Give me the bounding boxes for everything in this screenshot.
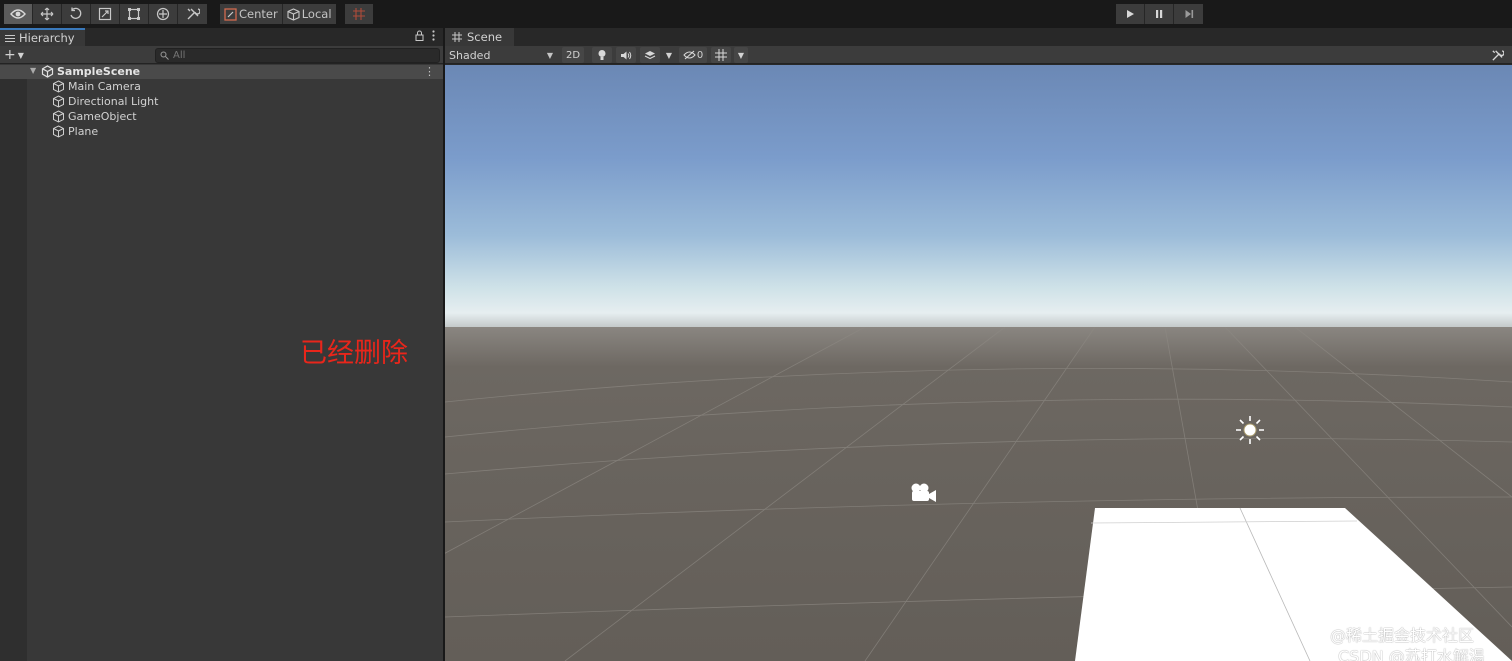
hierarchy-tab-actions [415, 30, 435, 41]
create-dropdown-button[interactable]: + ▼ [4, 46, 24, 64]
scene-toolbar: Shaded ▼ 2D ▼ 0 ▼ [445, 46, 1512, 64]
layers-icon [644, 50, 656, 59]
list-icon [5, 34, 15, 42]
plane-object [1075, 507, 1512, 661]
tab-scene[interactable]: Scene [445, 28, 514, 46]
toggle-2d-label: 2D [565, 49, 581, 61]
directional-light-icon [1236, 416, 1264, 444]
step-icon [1185, 10, 1193, 18]
view-tool-button[interactable] [4, 4, 33, 24]
scene-panel: Scene Shaded ▼ 2D ▼ 0 ▼ @稀土掘金技术社区 CSDN @… [445, 28, 1512, 661]
hierarchy-search-input[interactable] [173, 50, 433, 61]
play-button[interactable] [1116, 4, 1145, 24]
pause-icon [1156, 10, 1163, 18]
camera-gizmo-icon [911, 483, 936, 502]
scene-audio-toggle[interactable] [616, 47, 636, 63]
pivot-local-label: Local [301, 7, 332, 21]
gameobject-cube-icon [53, 125, 64, 138]
search-icon [160, 51, 169, 60]
pause-button[interactable] [1145, 4, 1174, 24]
hierarchy-item-directional-light[interactable]: Directional Light [52, 94, 158, 109]
deleted-annotation: 已经删除 [300, 338, 408, 369]
hierarchy-panel: Hierarchy + ▼ ▼ SampleScene ⋮ Main Camer… [0, 28, 443, 661]
watermark-csdn: CSDN @苏打水解渴 [1338, 647, 1485, 661]
scale-tool-button[interactable] [91, 4, 120, 24]
effects-dropdown[interactable]: ▼ [663, 47, 675, 63]
gameobject-cube-icon [53, 80, 64, 93]
shading-mode-dropdown[interactable]: Shaded ▼ [447, 46, 555, 64]
caret-down-icon: ▼ [737, 50, 745, 60]
speaker-icon [621, 51, 632, 59]
hidden-count: 0 [696, 49, 704, 61]
unity-scene-icon [41, 65, 54, 78]
pivot-local-button[interactable]: Local [282, 4, 336, 24]
lock-icon[interactable] [415, 30, 424, 41]
caret-down-icon: ▼ [665, 50, 673, 60]
hierarchy-item-label: Plane [68, 125, 99, 138]
hash-grid-icon [452, 32, 462, 42]
grid-toggle-button[interactable] [711, 47, 731, 63]
scale-icon [98, 7, 112, 21]
caret-down-icon: ▼ [17, 50, 24, 60]
cube-icon [287, 7, 300, 21]
scene-root-row[interactable]: ▼ SampleScene ⋮ [0, 65, 443, 79]
rotate-icon [70, 7, 82, 19]
eye-icon [10, 9, 26, 19]
hierarchy-item-main-camera[interactable]: Main Camera [52, 79, 141, 94]
custom-tool-button[interactable] [178, 4, 207, 24]
hierarchy-item-plane[interactable]: Plane [52, 124, 98, 139]
scene-tab-label: Scene [467, 30, 503, 44]
rect-icon [128, 8, 140, 20]
tab-hierarchy[interactable]: Hierarchy [0, 28, 85, 46]
tools-icon [1491, 49, 1504, 61]
gameobject-cube-icon [53, 110, 64, 123]
scene-name: SampleScene [57, 65, 141, 78]
transform-icon [156, 7, 170, 21]
tools-icon [187, 8, 200, 20]
scene-viewport[interactable]: @稀土掘金技术社区 CSDN @苏打水解渴 [445, 65, 1512, 661]
main-toolbar: Center Local [0, 0, 1512, 28]
hierarchy-gutter [0, 65, 27, 661]
grid-icon [715, 49, 727, 61]
lightbulb-icon [598, 50, 606, 60]
caret-down-icon: ▼ [546, 51, 553, 60]
scene-effects-toggle[interactable] [640, 47, 660, 63]
hierarchy-tab-label: Hierarchy [19, 31, 75, 45]
hidden-objects-toggle[interactable]: 0 [679, 47, 707, 63]
hierarchy-search[interactable] [155, 48, 440, 63]
play-controls [1116, 4, 1203, 24]
shading-mode-label: Shaded [449, 48, 491, 62]
gameobject-cube-icon [53, 95, 64, 108]
move-arrows-icon [40, 7, 54, 21]
grid-snap-icon [353, 8, 365, 20]
scene-tools-button[interactable] [1488, 47, 1506, 63]
step-button[interactable] [1174, 4, 1203, 24]
rotate-tool-button[interactable] [62, 4, 91, 24]
hierarchy-toolbar: + ▼ [0, 46, 443, 64]
pivot-center-label: Center [239, 7, 278, 21]
pivot-center-button[interactable]: Center [220, 4, 283, 24]
hierarchy-item-label: Main Camera [68, 80, 141, 93]
scene-kebab-icon[interactable]: ⋮ [424, 65, 435, 79]
hierarchy-item-gameobject[interactable]: GameObject [52, 109, 137, 124]
hierarchy-item-label: GameObject [68, 110, 137, 123]
eye-slash-icon [683, 50, 696, 60]
hierarchy-item-label: Directional Light [68, 95, 159, 108]
toggle-2d-button[interactable]: 2D [562, 47, 584, 63]
foldout-arrow-icon[interactable]: ▼ [30, 66, 36, 75]
kebab-menu-icon[interactable] [432, 30, 435, 41]
rect-tool-button[interactable] [120, 4, 149, 24]
plus-icon: + [4, 47, 16, 63]
transform-tools-group [4, 4, 207, 24]
pivot-center-icon [224, 7, 237, 21]
scene-lighting-toggle[interactable] [592, 47, 612, 63]
transform-tool-button[interactable] [149, 4, 178, 24]
move-tool-button[interactable] [33, 4, 62, 24]
grid-dropdown[interactable]: ▼ [734, 47, 748, 63]
pivot-group: Center Local [220, 4, 336, 24]
play-icon [1127, 10, 1134, 18]
grid-snap-button[interactable] [345, 4, 373, 24]
